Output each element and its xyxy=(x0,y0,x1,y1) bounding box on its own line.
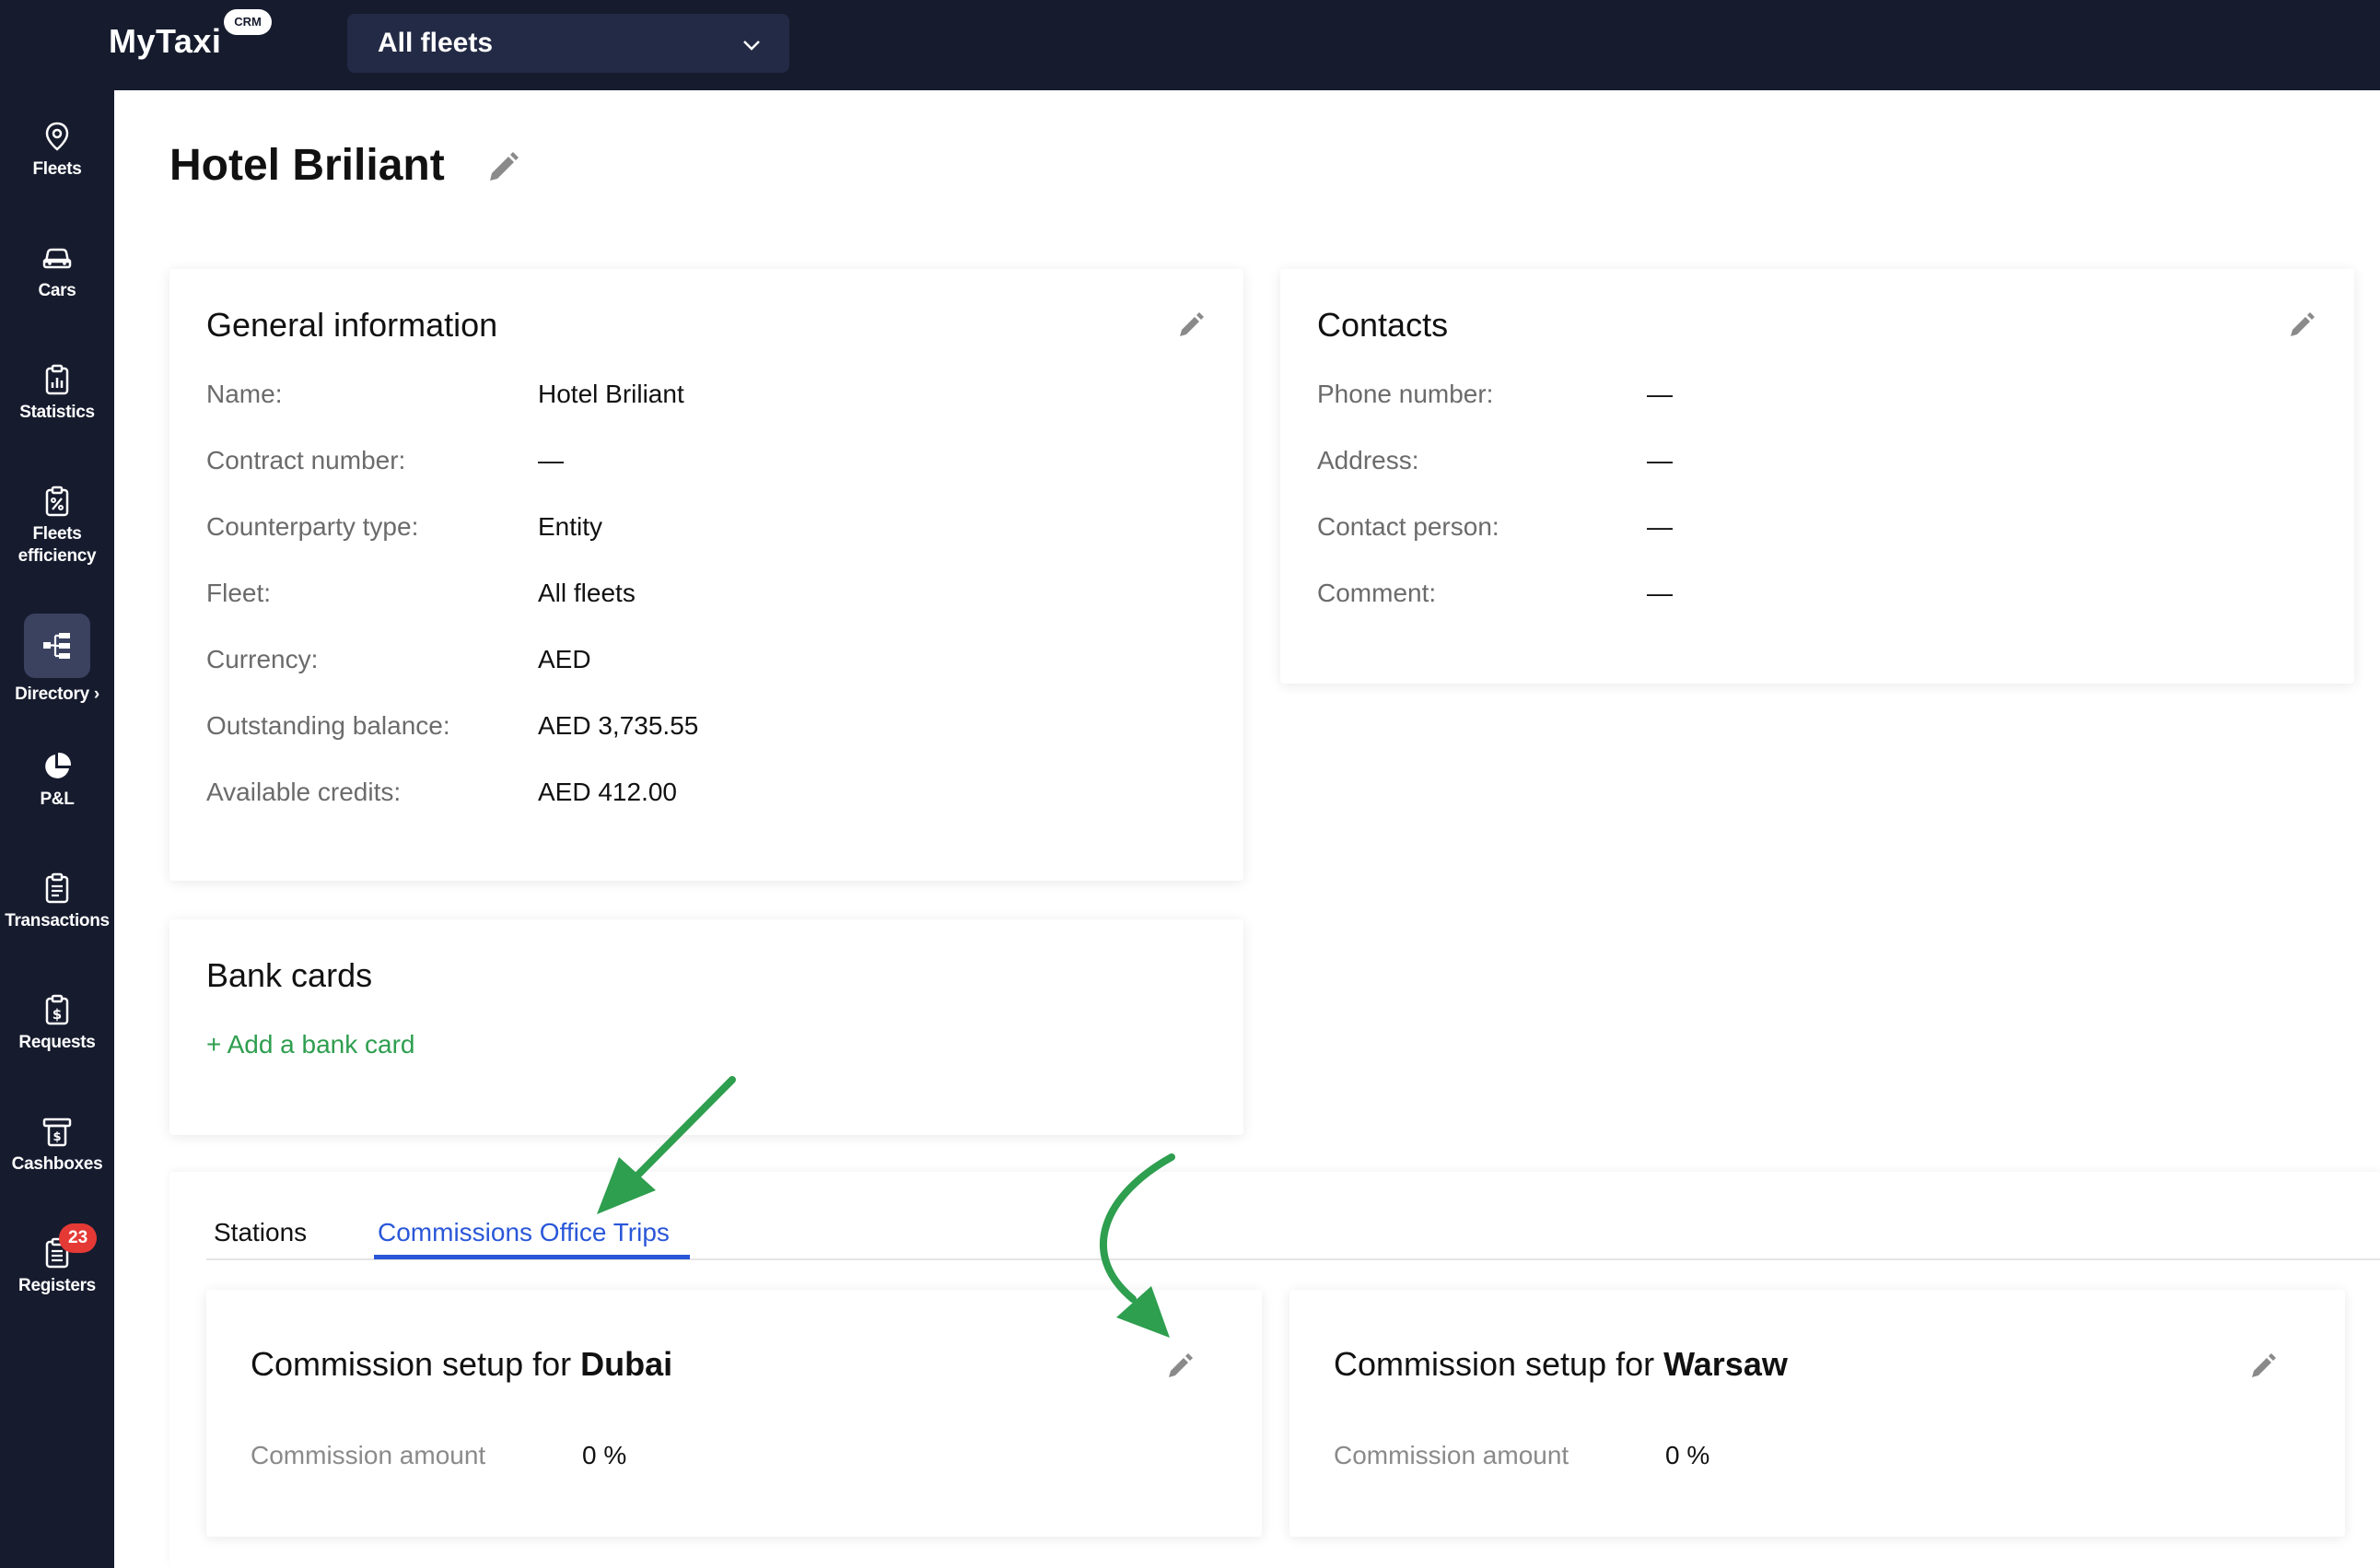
registers-count-badge: 23 xyxy=(59,1223,98,1253)
tab-commissions-office-trips[interactable]: Commissions Office Trips xyxy=(378,1218,670,1247)
sidebar-item-label: Statistics xyxy=(19,403,95,422)
logo-badge: CRM xyxy=(224,9,272,35)
phone-number-label: Phone number: xyxy=(1317,380,1494,408)
counterparty-type-label: Counterparty type: xyxy=(206,512,419,541)
pencil-icon[interactable] xyxy=(2286,310,2317,341)
fleet-select-value: All fleets xyxy=(378,28,494,58)
commission-city: Dubai xyxy=(580,1345,673,1383)
svg-text:$: $ xyxy=(52,1006,62,1023)
commission-title-prefix: Commission setup for xyxy=(251,1345,581,1383)
sidebar-item-cashboxes[interactable]: $ Cashboxes xyxy=(0,1115,114,1176)
sidebar-item-label: Directory › xyxy=(15,685,99,704)
name-label: Name: xyxy=(206,380,283,408)
comment-label: Comment: xyxy=(1317,579,1437,607)
outstanding-balance-label: Outstanding balance: xyxy=(206,711,450,740)
fleet-label: Fleet: xyxy=(206,579,272,607)
commission-card-dubai: Commission setup for Dubai Commission am… xyxy=(206,1290,1262,1537)
commission-title: Commission setup for Dubai xyxy=(251,1345,672,1384)
location-pin-icon xyxy=(41,120,74,153)
sidebar-item-label: Cars xyxy=(38,281,76,300)
available-credits-label: Available credits: xyxy=(206,778,402,806)
pie-chart-icon xyxy=(41,750,74,783)
sidebar-item-label: Fleets efficiency xyxy=(18,524,97,566)
pencil-icon[interactable] xyxy=(1164,1351,1196,1382)
sidebar-item-pl[interactable]: P&L xyxy=(0,750,114,811)
sidebar-item-statistics[interactable]: Statistics xyxy=(0,363,114,424)
pencil-icon[interactable] xyxy=(2247,1351,2279,1382)
pencil-icon[interactable] xyxy=(1175,310,1207,341)
card-title: General information xyxy=(206,306,498,344)
currency-label: Currency: xyxy=(206,645,319,673)
contacts-card: Contacts Phone number: — Address: — Cont… xyxy=(1280,269,2354,684)
address-value: — xyxy=(1647,446,1673,474)
commission-amount-label: Commission amount xyxy=(251,1441,486,1469)
svg-text:$: $ xyxy=(52,1130,61,1144)
outstanding-balance-value: AED 3,735.55 xyxy=(538,711,699,740)
directory-active-highlight xyxy=(24,614,90,678)
clipboard-list-icon xyxy=(41,872,74,905)
chevron-down-icon xyxy=(741,14,762,73)
car-icon xyxy=(41,241,74,275)
sidebar-item-label: Cashboxes xyxy=(11,1154,103,1174)
commission-city: Warsaw xyxy=(1663,1345,1788,1383)
pencil-icon[interactable] xyxy=(483,147,523,188)
card-title: Bank cards xyxy=(206,956,373,994)
commission-amount-value: 0 % xyxy=(582,1441,627,1469)
sidebar: Fleets Cars Statistics Fleets efficiency… xyxy=(0,90,114,1568)
commission-title: Commission setup for Warsaw xyxy=(1334,1345,1788,1384)
sidebar-item-label: Transactions xyxy=(5,911,110,930)
tab-stations[interactable]: Stations xyxy=(214,1218,307,1247)
contract-number-value: — xyxy=(538,446,564,474)
name-value: Hotel Briliant xyxy=(538,380,684,408)
currency-value: AED xyxy=(538,645,591,673)
clipboard-chart-icon xyxy=(41,363,74,396)
sidebar-item-cars[interactable]: Cars xyxy=(0,241,114,302)
sidebar-item-fleets[interactable]: Fleets xyxy=(0,120,114,181)
phone-number-value: — xyxy=(1647,380,1673,408)
contact-person-label: Contact person: xyxy=(1317,512,1499,541)
commission-card-warsaw: Commission setup for Warsaw Commission a… xyxy=(1289,1290,2345,1537)
page-title: Hotel Briliant xyxy=(169,141,445,190)
sidebar-item-fleets-efficiency[interactable]: Fleets efficiency xyxy=(0,485,114,568)
app-logo[interactable]: MyTaxi xyxy=(109,22,221,61)
counterparty-type-value: Entity xyxy=(538,512,603,541)
hierarchy-icon xyxy=(41,629,74,662)
top-bar: MyTaxi CRM All fleets xyxy=(0,0,2380,90)
available-credits-value: AED 412.00 xyxy=(538,778,677,806)
sidebar-item-transactions[interactable]: Transactions xyxy=(0,872,114,932)
commission-title-prefix: Commission setup for xyxy=(1334,1345,1664,1383)
general-information-card: General information Name: Hotel Briliant… xyxy=(169,269,1243,881)
sidebar-item-registers[interactable]: 23 Registers xyxy=(0,1223,114,1297)
sidebar-item-directory[interactable]: Directory › xyxy=(0,614,114,706)
contract-number-label: Contract number: xyxy=(206,446,406,474)
clipboard-dollar-icon: $ xyxy=(41,993,74,1026)
commission-amount-value: 0 % xyxy=(1665,1441,1710,1469)
sidebar-item-label: Fleets xyxy=(32,159,82,179)
sidebar-item-requests[interactable]: $ Requests xyxy=(0,993,114,1054)
active-tab-indicator xyxy=(374,1255,690,1259)
bank-cards-card: Bank cards xyxy=(169,919,1243,1135)
fleet-select[interactable]: All fleets xyxy=(347,14,789,73)
contact-person-value: — xyxy=(1647,512,1673,541)
cash-register-icon: $ xyxy=(41,1115,74,1148)
add-bank-card-link[interactable]: + Add a bank card xyxy=(206,1030,415,1059)
clipboard-percent-icon xyxy=(41,485,74,518)
comment-value: — xyxy=(1647,579,1673,607)
sidebar-item-label: P&L xyxy=(40,790,75,809)
commission-amount-label: Commission amount xyxy=(1334,1441,1569,1469)
sidebar-item-label: Requests xyxy=(18,1033,96,1052)
sidebar-item-label: Registers xyxy=(18,1276,96,1295)
fleet-value: All fleets xyxy=(538,579,636,607)
address-label: Address: xyxy=(1317,446,1419,474)
card-title: Contacts xyxy=(1317,306,1449,344)
